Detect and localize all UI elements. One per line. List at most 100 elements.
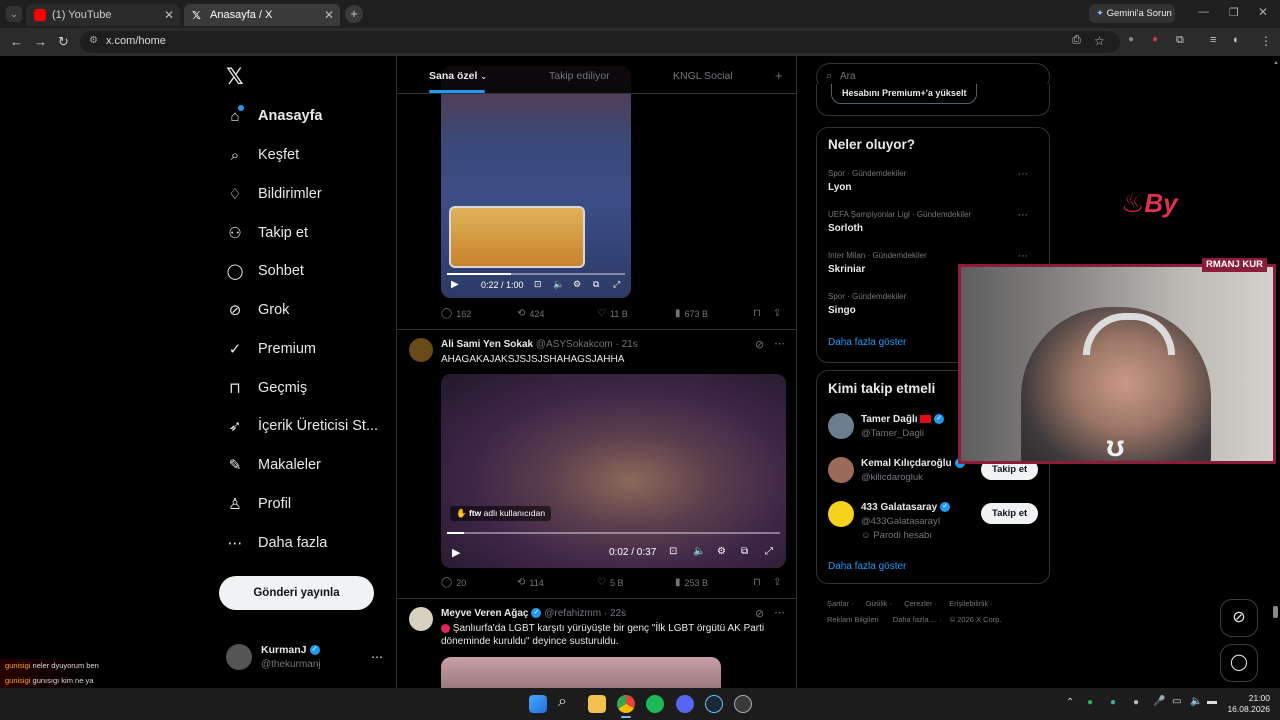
video-progress[interactable] (447, 532, 780, 534)
captions-icon[interactable]: ⊡ (669, 546, 677, 557)
author-handle[interactable]: @refahizmm (544, 608, 601, 619)
tweet-time[interactable]: · 22s (604, 608, 626, 619)
views-button[interactable]: ▮ 673 B (675, 308, 708, 319)
bookmark-star-icon[interactable]: ☆ (1094, 34, 1105, 48)
add-tab-icon[interactable]: + (775, 68, 783, 83)
grok-icon[interactable]: ⊘ (755, 607, 764, 620)
like-button[interactable]: ♡ 5 B (597, 577, 623, 588)
captions-icon[interactable]: ⊡ (534, 279, 542, 290)
close-tab-icon[interactable]: ✕ (164, 8, 174, 22)
volume-icon[interactable]: 🔈 (1190, 696, 1202, 707)
restore-icon[interactable]: ❐ (1229, 6, 1239, 19)
avatar[interactable] (409, 607, 433, 631)
more-icon[interactable]: ⋯ (371, 650, 383, 664)
grok-float-button[interactable]: ⊘ (1220, 599, 1258, 637)
extension-icon[interactable]: ● (1128, 34, 1134, 45)
tweet-image[interactable] (441, 657, 721, 688)
nav-grok[interactable]: ⊘ Grok (226, 295, 290, 325)
nav-articles[interactable]: ✎ Makaleler (226, 450, 321, 480)
start-icon[interactable] (529, 695, 547, 713)
site-info-icon[interactable]: ⚙ (89, 35, 98, 46)
url-field[interactable]: ⚙ x.com/home (80, 31, 1120, 53)
close-tab-icon[interactable]: ✕ (324, 8, 334, 22)
tray-expand-icon[interactable]: ⌃ (1066, 697, 1074, 708)
chrome-icon[interactable] (617, 695, 635, 713)
tab-list-button[interactable]: ⌄ (6, 6, 22, 22)
show-more-link[interactable]: Daha fazla göster (828, 561, 906, 572)
spotify-icon[interactable] (646, 695, 664, 713)
fullscreen-icon[interactable]: ⤢ (613, 279, 620, 290)
tab-x[interactable]: 𝕏 Anasayfa / X ✕ (184, 4, 340, 26)
more-icon[interactable]: ⋯ (774, 606, 785, 619)
footer-link[interactable]: Şartlar (827, 599, 849, 608)
nav-chat[interactable]: ◯ Sohbet (226, 256, 304, 286)
like-button[interactable]: ♡ 11 B (597, 308, 628, 319)
nav-profile[interactable]: ♙ Profil (226, 489, 291, 519)
messages-float-button[interactable]: ◯ (1220, 644, 1258, 682)
back-icon[interactable]: ← (10, 34, 23, 49)
footer-link[interactable]: Reklam Bilgileri (827, 615, 879, 624)
tab-kngl-social[interactable]: KNGL Social (673, 70, 733, 82)
play-icon[interactable]: ▶ (452, 546, 460, 559)
install-app-icon[interactable]: ⎙ (1072, 34, 1081, 47)
close-window-icon[interactable]: ✕ (1258, 5, 1268, 19)
tab-youtube[interactable]: (1) YouTube ✕ (26, 4, 180, 26)
nav-premium[interactable]: ✓ Premium (226, 334, 316, 364)
tweet-video[interactable]: ✋ ftw adlı kullanıcıdan ▶ 0:02 / 0:37 ⊡ … (441, 374, 786, 568)
show-more-link[interactable]: Daha fazla göster (828, 337, 906, 348)
search-icon[interactable]: ⌕ (558, 693, 567, 711)
network-icon[interactable]: ▭ (1172, 696, 1181, 707)
share-button[interactable]: ⇪ (773, 577, 785, 588)
premium-upgrade-button[interactable]: Hesabını Premium+'a yükselt (831, 84, 978, 104)
steam-icon[interactable] (705, 695, 723, 713)
footer-link[interactable]: Çerezler (904, 599, 932, 608)
tray-app-icon[interactable]: ● (1133, 697, 1139, 708)
app-icon[interactable] (734, 695, 752, 713)
settings-icon[interactable]: ⚙ (717, 546, 726, 557)
volume-icon[interactable]: 🔈 (693, 546, 705, 557)
reply-button[interactable]: ◯ 162 (441, 308, 471, 319)
grok-icon[interactable]: ⊘ (755, 338, 764, 351)
play-icon[interactable]: ▶ (451, 279, 459, 290)
video-progress[interactable] (447, 273, 625, 275)
footer-link[interactable]: Gizlilik (866, 599, 888, 608)
author-handle[interactable]: @ASYSokakcom (536, 339, 613, 350)
tray-app-icon[interactable]: ● (1110, 697, 1116, 708)
bookmark-button[interactable]: ⊓ (753, 577, 765, 588)
minimize-icon[interactable]: — (1198, 6, 1209, 18)
tweet-time[interactable]: · 21s (616, 339, 638, 350)
battery-icon[interactable]: ▬ (1207, 696, 1217, 707)
trend-item[interactable]: UEFA Şampiyonlar Ligi · Gündemdekiler So… (828, 210, 1038, 234)
footer-link[interactable]: Daha fazla ... (893, 615, 937, 624)
menu-icon[interactable]: ⋮ (1260, 34, 1272, 48)
author-name[interactable]: Ali Sami Yen Sokak (441, 339, 533, 350)
bookmark-button[interactable]: ⊓ (753, 308, 765, 319)
tweet-video[interactable]: ▶ 0:22 / 1:00 ⊡ 🔈 ⚙ ⧉ ⤢ (441, 66, 631, 298)
extension-red-icon[interactable]: ● (1152, 34, 1158, 45)
reading-list-icon[interactable]: ≡ (1210, 34, 1216, 46)
share-button[interactable]: ⇪ (773, 308, 785, 319)
discord-icon[interactable] (676, 695, 694, 713)
new-tab-button[interactable]: + (345, 5, 363, 23)
profile-icon[interactable]: ◐ (1233, 34, 1240, 46)
forward-icon[interactable]: → (34, 34, 47, 49)
nav-notifications[interactable]: ♢ Bildirimler (226, 179, 321, 209)
follow-button[interactable]: Takip et (981, 503, 1039, 524)
account-switcher[interactable]: KurmanJ ✓ @thekurmanj ⋯ (226, 642, 386, 676)
gemini-button[interactable]: ✦ Gemini'a Sorun (1089, 4, 1175, 23)
puzzle-icon[interactable]: ⧉ (1176, 34, 1184, 47)
nav-home[interactable]: ⌂ Anasayfa (226, 101, 322, 131)
reply-button[interactable]: ◯ 20 (441, 577, 466, 588)
nav-bookmarks[interactable]: ⊓ Geçmiş (226, 373, 307, 403)
x-logo-icon[interactable]: 𝕏 (226, 64, 244, 90)
microphone-icon[interactable]: 🎤 (1153, 696, 1165, 707)
avatar[interactable] (409, 338, 433, 362)
suggested-user[interactable]: 433 Galatasaray ✓ @433GalatasarayI ☺ Paro… (828, 499, 1043, 547)
settings-icon[interactable]: ⚙ (573, 279, 581, 290)
post-button[interactable]: Gönderi yayınla (219, 576, 374, 610)
footer-link[interactable]: Erişilebilirlik (949, 599, 988, 608)
nav-creator-studio[interactable]: ➶ İçerik Üreticisi St... (226, 411, 378, 441)
file-explorer-icon[interactable] (588, 695, 606, 713)
tab-for-you[interactable]: Sana özel ⌄ (429, 70, 487, 82)
nav-explore[interactable]: ⌕ Keşfet (226, 140, 299, 170)
